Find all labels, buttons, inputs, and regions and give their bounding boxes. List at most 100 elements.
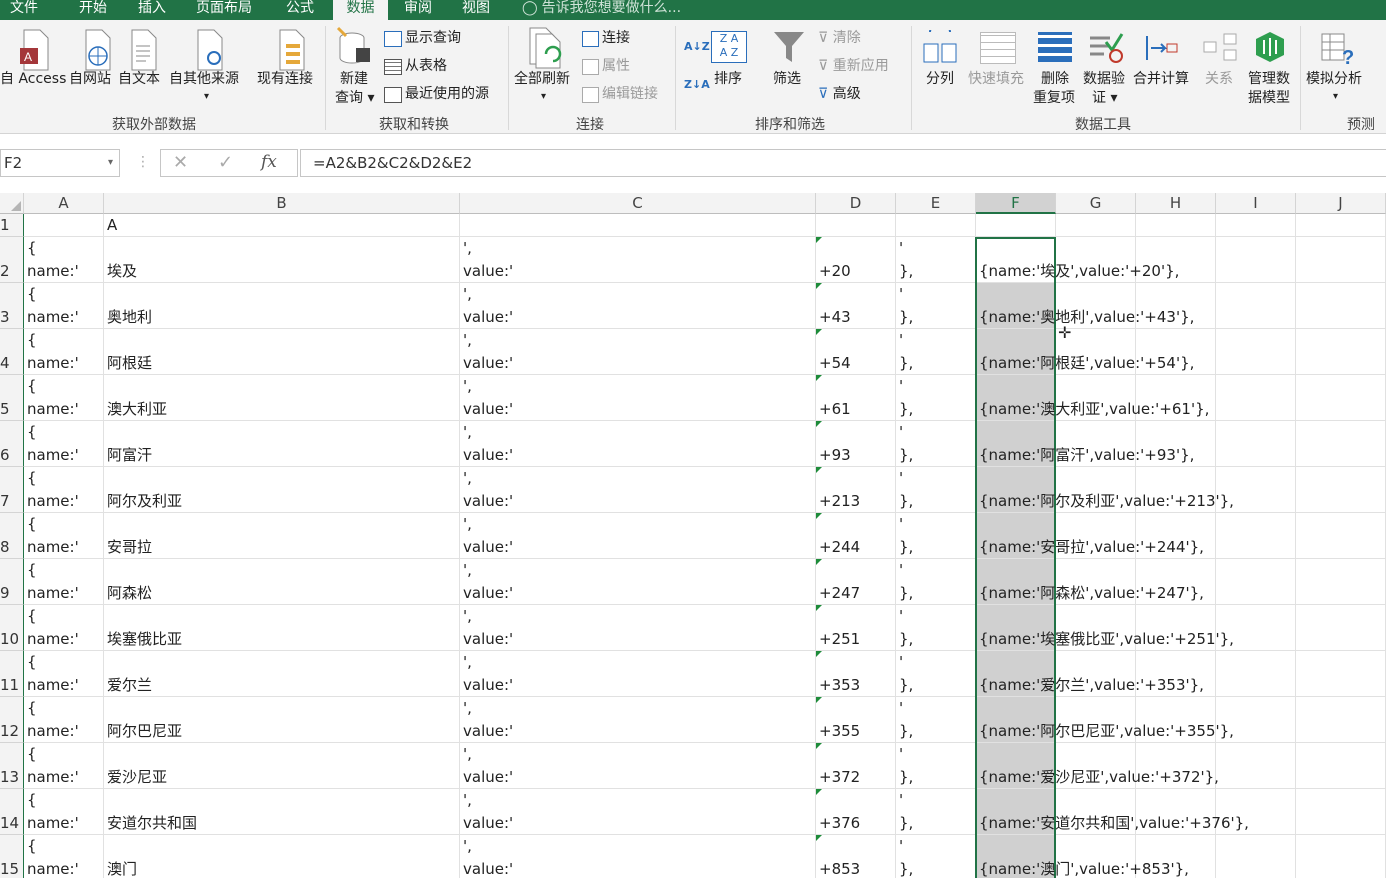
- tab-file[interactable]: 文件: [10, 0, 38, 20]
- cell-i9[interactable]: [1216, 559, 1296, 605]
- cell-d10[interactable]: +251: [816, 605, 896, 651]
- edit-links-button[interactable]: 编辑链接: [602, 85, 658, 103]
- cell-b7[interactable]: 阿尔及利亚: [104, 467, 460, 513]
- column-header-i[interactable]: I: [1216, 193, 1296, 214]
- cell-a14[interactable]: {name:': [24, 789, 104, 835]
- column-header-f[interactable]: F: [976, 193, 1056, 214]
- remove-duplicates-button-label-2[interactable]: 重复项: [1033, 89, 1075, 107]
- cell-h1[interactable]: [1136, 214, 1216, 237]
- existing-connections-button[interactable]: 现有连接: [257, 70, 313, 88]
- cell-d6[interactable]: +93: [816, 421, 896, 467]
- cell-b1[interactable]: A: [104, 214, 460, 237]
- sort-descending-icon[interactable]: Z↓A: [684, 76, 710, 94]
- text-to-columns-button[interactable]: 分列: [926, 70, 954, 88]
- row-header[interactable]: 13: [0, 743, 24, 789]
- column-header-b[interactable]: B: [104, 193, 460, 214]
- refresh-all-button[interactable]: 全部刷新: [514, 70, 570, 88]
- cell-j12[interactable]: [1296, 697, 1386, 743]
- row-header[interactable]: 14: [0, 789, 24, 835]
- cell-f14[interactable]: {name:'安道尔共和国',value:'+376'},: [976, 789, 1249, 835]
- more-options-icon[interactable]: ⋮: [136, 154, 150, 170]
- remove-duplicates-button[interactable]: 删除: [1041, 70, 1069, 88]
- manage-data-model-button-label-2[interactable]: 据模型: [1248, 89, 1290, 107]
- name-box[interactable]: F2 ▾: [0, 149, 120, 177]
- cell-a3[interactable]: {name:': [24, 283, 104, 329]
- cell-j4[interactable]: [1296, 329, 1386, 375]
- cell-c11[interactable]: ', value:': [460, 651, 816, 697]
- column-header-j[interactable]: J: [1296, 193, 1386, 214]
- flash-fill-button[interactable]: 快速填充: [968, 70, 1024, 88]
- cell-f7[interactable]: {name:'阿尔及利亚',value:'+213'},: [976, 467, 1234, 513]
- cell-c2[interactable]: ', value:': [460, 237, 816, 283]
- cell-f13[interactable]: {name:'爱沙尼亚',value:'+372'},: [976, 743, 1219, 789]
- row-header[interactable]: 7: [0, 467, 24, 513]
- cell-b6[interactable]: 阿富汗: [104, 421, 460, 467]
- column-header-d[interactable]: D: [816, 193, 896, 214]
- cell-i15[interactable]: [1216, 835, 1296, 878]
- relationships-button[interactable]: 关系: [1205, 70, 1233, 88]
- cell-f15[interactable]: {name:'澳门',value:'+853'},: [976, 835, 1189, 878]
- cell-j6[interactable]: [1296, 421, 1386, 467]
- cell-i2[interactable]: [1216, 237, 1296, 283]
- insert-function-icon[interactable]: fx: [261, 152, 277, 172]
- cell-c4[interactable]: ', value:': [460, 329, 816, 375]
- cell-a2[interactable]: {name:': [24, 237, 104, 283]
- cell-j8[interactable]: [1296, 513, 1386, 559]
- cell-i1[interactable]: [1216, 214, 1296, 237]
- cell-c6[interactable]: ', value:': [460, 421, 816, 467]
- cell-b11[interactable]: 爱尔兰: [104, 651, 460, 697]
- connections-button[interactable]: 连接: [602, 29, 630, 47]
- cell-a11[interactable]: {name:': [24, 651, 104, 697]
- cell-f4[interactable]: {name:'阿根廷',value:'+54'},: [976, 329, 1194, 375]
- cell-i3[interactable]: [1216, 283, 1296, 329]
- row-header[interactable]: 15: [0, 835, 24, 878]
- tab-formulas[interactable]: 公式: [286, 0, 314, 20]
- tab-page-layout[interactable]: 页面布局: [196, 0, 252, 20]
- cell-f2[interactable]: {name:'埃及',value:'+20'},: [976, 237, 1179, 283]
- cell-a5[interactable]: {name:': [24, 375, 104, 421]
- cell-i13[interactable]: [1216, 743, 1296, 789]
- tab-view[interactable]: 视图: [462, 0, 490, 20]
- cell-c14[interactable]: ', value:': [460, 789, 816, 835]
- select-all-corner[interactable]: [0, 193, 24, 214]
- cell-c12[interactable]: ', value:': [460, 697, 816, 743]
- properties-button[interactable]: 属性: [602, 57, 630, 75]
- cell-d4[interactable]: +54: [816, 329, 896, 375]
- row-header[interactable]: 4: [0, 329, 24, 375]
- cell-e11[interactable]: '},: [896, 651, 976, 697]
- cell-e15[interactable]: '},: [896, 835, 976, 878]
- cell-j1[interactable]: [1296, 214, 1386, 237]
- cell-b4[interactable]: 阿根廷: [104, 329, 460, 375]
- cell-e12[interactable]: '},: [896, 697, 976, 743]
- cell-e6[interactable]: '},: [896, 421, 976, 467]
- tell-me-search[interactable]: ◯ 告诉我您想要做什么...: [522, 0, 681, 20]
- cell-b15[interactable]: 澳门: [104, 835, 460, 878]
- show-queries-button[interactable]: 显示查询: [405, 29, 461, 47]
- cell-f1[interactable]: [976, 214, 1056, 237]
- row-header[interactable]: 5: [0, 375, 24, 421]
- column-header-g[interactable]: G: [1056, 193, 1136, 214]
- from-web-button[interactable]: 自网站: [69, 70, 111, 88]
- cell-c9[interactable]: ', value:': [460, 559, 816, 605]
- cell-c5[interactable]: ', value:': [460, 375, 816, 421]
- formula-input[interactable]: =A2&B2&C2&D2&E2: [300, 149, 1386, 177]
- row-header[interactable]: 11: [0, 651, 24, 697]
- column-header-e[interactable]: E: [896, 193, 976, 214]
- cell-b2[interactable]: 埃及: [104, 237, 460, 283]
- cell-b9[interactable]: 阿森松: [104, 559, 460, 605]
- row-header[interactable]: 6: [0, 421, 24, 467]
- cell-e3[interactable]: '},: [896, 283, 976, 329]
- cell-a9[interactable]: {name:': [24, 559, 104, 605]
- new-query-button-label-2[interactable]: 查询 ▾: [335, 89, 374, 107]
- from-text-button[interactable]: 自文本: [118, 70, 160, 88]
- clear-filter-button[interactable]: ⊽ 清除: [818, 29, 861, 47]
- tab-data[interactable]: 数据: [333, 0, 388, 20]
- cell-g1[interactable]: [1056, 214, 1136, 237]
- cell-j10[interactable]: [1296, 605, 1386, 651]
- cell-e2[interactable]: '},: [896, 237, 976, 283]
- column-header-h[interactable]: H: [1136, 193, 1216, 214]
- cell-j15[interactable]: [1296, 835, 1386, 878]
- cell-e7[interactable]: '},: [896, 467, 976, 513]
- cell-c10[interactable]: ', value:': [460, 605, 816, 651]
- column-header-a[interactable]: A: [24, 193, 104, 214]
